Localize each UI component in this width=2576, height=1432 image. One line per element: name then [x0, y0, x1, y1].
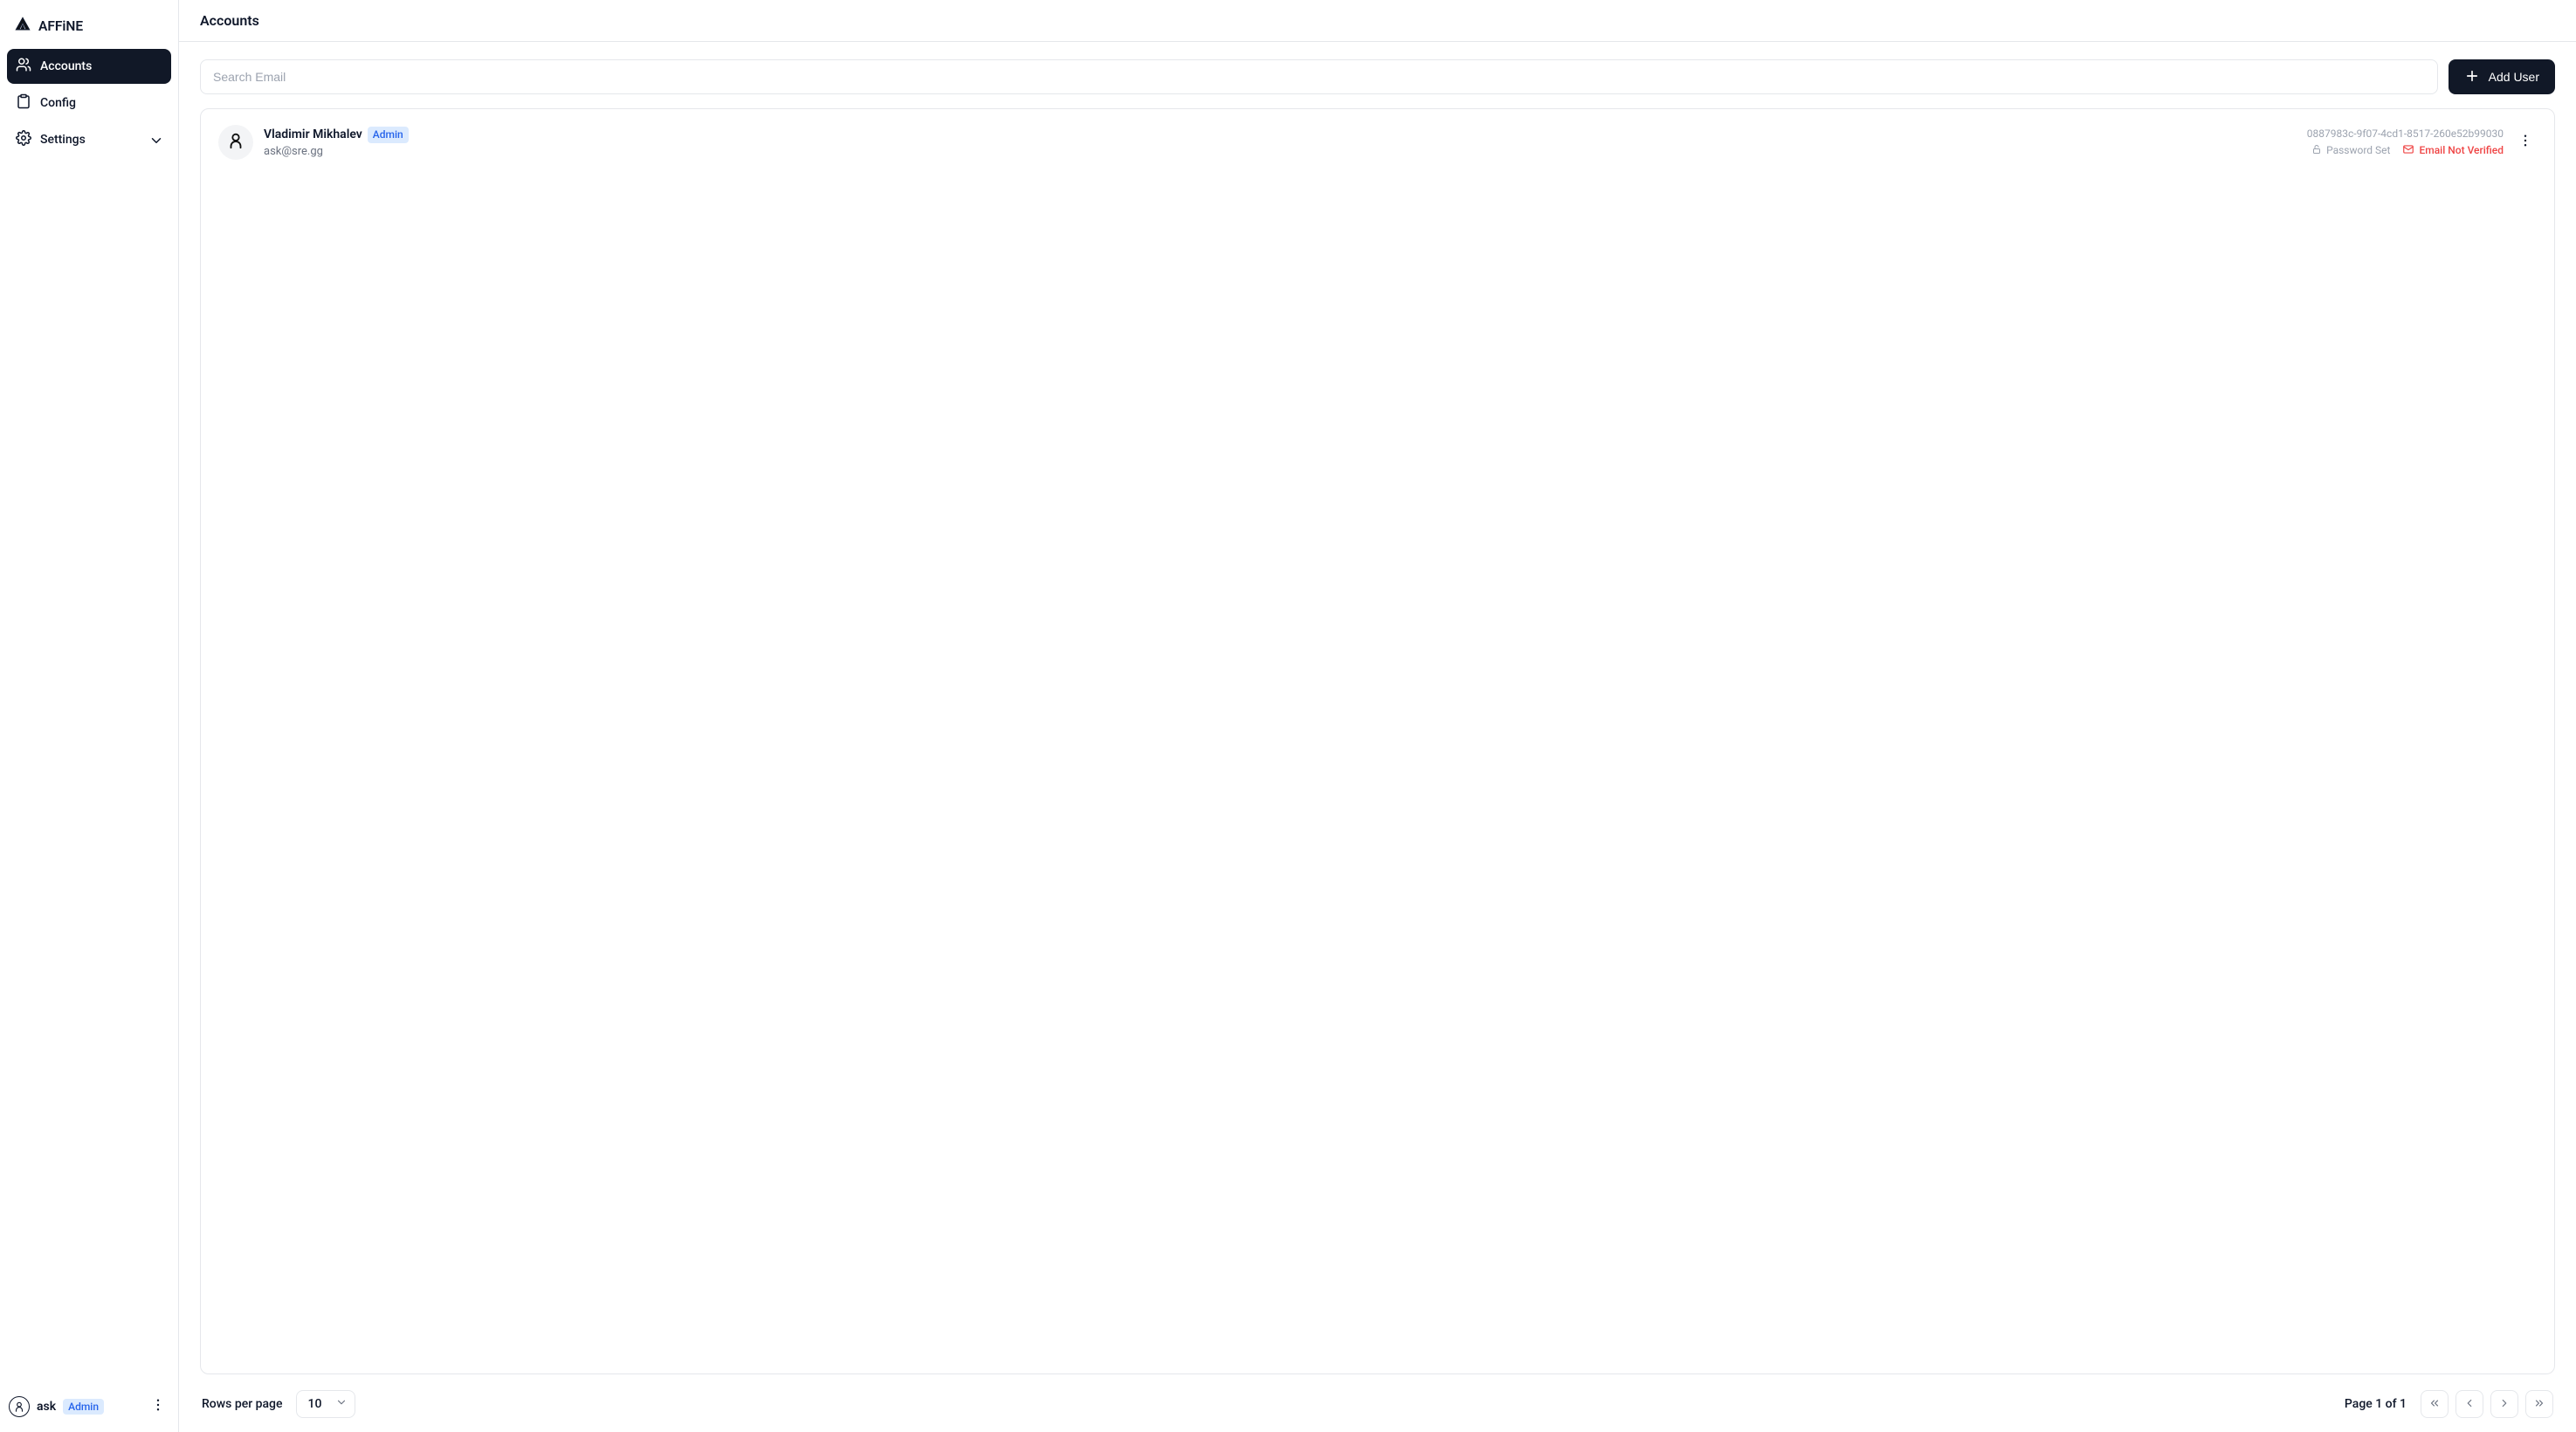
page-title: Accounts — [179, 0, 2576, 42]
affine-logo-icon — [14, 16, 31, 37]
add-user-label: Add User — [2489, 70, 2539, 84]
brand-name: AFFiNE — [38, 18, 83, 34]
chevron-down-icon — [335, 1396, 348, 1412]
plus-icon — [2464, 68, 2480, 86]
main: Accounts Add User — [179, 0, 2576, 1432]
page-first-button[interactable] — [2421, 1390, 2449, 1418]
chevron-right-icon — [2498, 1397, 2511, 1412]
sidebar: AFFiNE Accounts — [0, 0, 179, 1432]
page-last-button[interactable] — [2525, 1390, 2553, 1418]
page-next-button[interactable] — [2490, 1390, 2518, 1418]
lock-icon — [2311, 144, 2322, 157]
sidebar-footer-user: ask Admin — [0, 1385, 178, 1432]
mail-icon — [2402, 143, 2414, 158]
users-icon — [16, 57, 31, 76]
footer-user-name: ask — [37, 1400, 56, 1414]
user-email: ask@sre.gg — [264, 145, 2297, 158]
sidebar-item-label: Config — [40, 96, 76, 110]
search-input[interactable] — [200, 59, 2438, 94]
user-row[interactable]: Vladimir Mikhalev Admin ask@sre.gg 08879… — [213, 123, 2542, 162]
user-role-badge: Admin — [368, 127, 409, 142]
user-name: Vladimir Mikhalev — [264, 127, 362, 141]
page-prev-button[interactable] — [2455, 1390, 2483, 1418]
add-user-button[interactable]: Add User — [2449, 59, 2555, 94]
gear-icon — [16, 130, 31, 149]
sidebar-item-label: Settings — [40, 133, 86, 147]
user-avatar-icon — [9, 1396, 30, 1417]
sidebar-item-accounts[interactable]: Accounts — [7, 49, 171, 84]
sidebar-item-label: Accounts — [40, 59, 92, 73]
chevrons-right-icon — [2533, 1397, 2545, 1412]
page-info: Page 1 of 1 — [2345, 1397, 2407, 1411]
sidebar-item-config[interactable]: Config — [7, 86, 171, 120]
user-row-more-button[interactable] — [2514, 129, 2537, 155]
password-status: Password Set — [2311, 144, 2390, 157]
clipboard-icon — [16, 93, 31, 113]
chevron-down-icon — [148, 133, 162, 147]
chevrons-left-icon — [2428, 1397, 2441, 1412]
footer-user-role-badge: Admin — [63, 1399, 104, 1415]
rows-per-page-select[interactable]: 10 — [296, 1390, 355, 1418]
email-status: Email Not Verified — [2402, 143, 2504, 158]
brand: AFFiNE — [7, 7, 171, 45]
sidebar-item-settings[interactable]: Settings — [7, 122, 171, 157]
user-id: 0887983c-9f07-4cd1-8517-260e52b99030 — [2307, 127, 2504, 140]
rows-per-page-label: Rows per page — [202, 1397, 282, 1411]
avatar — [218, 125, 253, 160]
more-vertical-icon — [2517, 138, 2533, 152]
user-icon — [226, 131, 245, 154]
users-list: Vladimir Mikhalev Admin ask@sre.gg 08879… — [200, 108, 2555, 1374]
chevron-left-icon — [2463, 1397, 2476, 1412]
more-vertical-icon — [150, 1402, 166, 1416]
footer-user-more-button[interactable] — [147, 1394, 169, 1420]
rows-per-page-value: 10 — [307, 1397, 321, 1411]
